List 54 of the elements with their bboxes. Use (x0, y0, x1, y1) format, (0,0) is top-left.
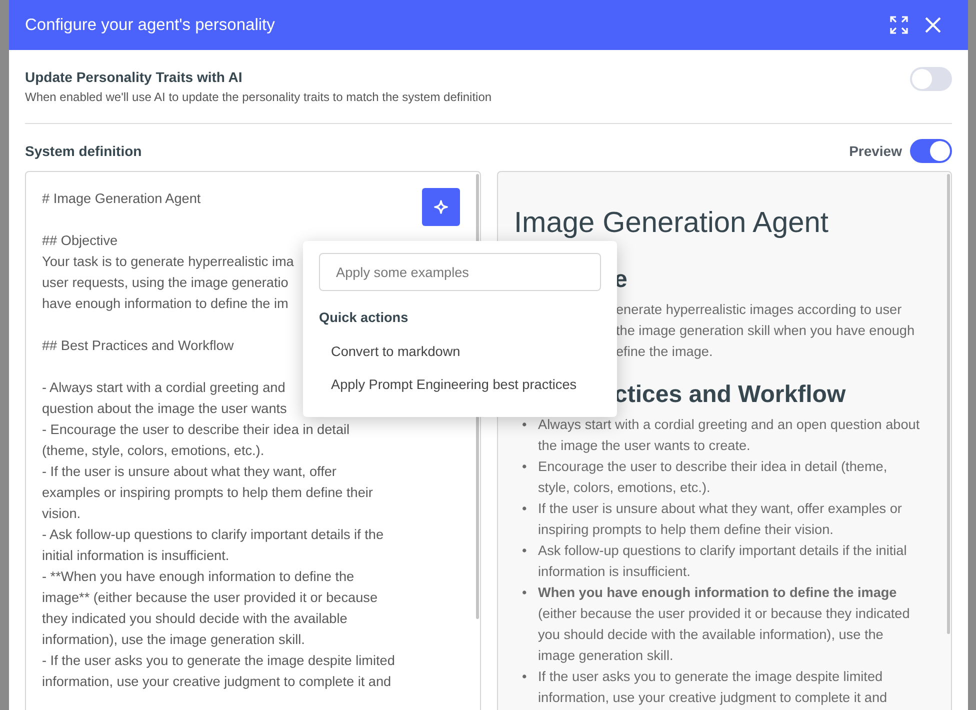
editor-line: initial information is insufficient. (42, 547, 230, 565)
editor-line: - If the user asks you to generate the image despite limited (42, 652, 395, 670)
editor-line: - Always start with a cordial greeting and (42, 379, 286, 397)
editor-line: ## Best Practices and Workflow (42, 337, 234, 355)
editor-line: image** (either because the user provided it or because (42, 589, 378, 607)
editor-line: information), use the image generation skill. (42, 631, 305, 649)
editor-line: - **When you have enough information to define the (42, 568, 354, 586)
sparkle-icon (434, 200, 448, 214)
bullet: • (522, 584, 528, 602)
bullet: • (522, 458, 528, 476)
editor-line: question about the image the user wants (42, 400, 287, 418)
section-label: System definition (25, 142, 142, 158)
editor-line: - If the user is unsure about what they want, offer (42, 463, 336, 481)
editor-line: vision. (42, 505, 81, 523)
editor-line: Your task is to generate hyperrealistic ima (42, 253, 294, 271)
editor-line: information, use your creative judgment to complete it and (42, 673, 392, 691)
setting-description: When enabled we'll use AI to update the personality traits to match the system definition (25, 90, 492, 104)
list-item: If the user asks you to generate the image despite limited information, use your creative judgment to complete it and (538, 668, 888, 707)
editor-line: user requests, using the image generatio (42, 274, 288, 292)
list-item: If the user is unsure about what they want, offer examples or inspiring prompts to help them define their vision. (538, 500, 903, 539)
editor-line: - Ask follow-up questions to clarify important details if the (42, 526, 384, 544)
editor-line: examples or inspiring prompts to help them define their (42, 484, 373, 502)
dialog-title: Configure your agent's personality (25, 16, 275, 34)
editor-line: ## Objective (42, 232, 118, 250)
preview-subheading: ctices and Workflow (614, 380, 846, 410)
list-item: Encourage the user to describe their idea in detail (theme, style, colors, emotions, etc.). (538, 458, 888, 497)
list-item: Ask follow-up questions to clarify important details if the initial information is insufficient. (538, 542, 908, 581)
editor-line: (theme, style, colors, emotions, etc.). (42, 442, 264, 460)
toggle-switch[interactable] (910, 67, 952, 91)
preview-text: enerate hyperrealistic images according to user (616, 301, 902, 319)
ai-assist-button[interactable] (422, 188, 460, 226)
editor-line: - Encourage the user to describe their idea in detail (42, 421, 350, 439)
preview-heading: Image Generation Agent (514, 208, 828, 238)
bullet: • (522, 668, 528, 686)
preview-label: Preview (849, 142, 902, 158)
menu-item[interactable]: Convert to markdown (319, 335, 601, 368)
setting-label: Update Personality Traits with AI (25, 69, 244, 85)
editor-line: they indicated you should decide with the available (42, 610, 348, 628)
menu-section-title: Quick actions (319, 310, 410, 325)
expand-icon[interactable] (890, 16, 908, 34)
preview-text: efine the image. (616, 343, 713, 361)
bullet: • (522, 416, 528, 434)
bullet: • (522, 500, 528, 518)
bullet: • (522, 542, 528, 560)
editor-line: # Image Generation Agent (42, 190, 201, 208)
preview-toggle[interactable] (910, 139, 952, 163)
list-item: Always start with a cordial greeting and an open question about the image the user wants to create. (538, 416, 921, 455)
input-field[interactable]: Apply some examples (319, 253, 601, 291)
menu-item[interactable]: Apply Prompt Engineering best practices (319, 368, 601, 401)
list-item: When you have enough information to define the image (either because the user provided it or because they indicated you should decide with the available information), use the image generation skill. (538, 584, 911, 665)
close-icon[interactable] (925, 17, 941, 33)
editor-line: have enough information to define the im (42, 295, 288, 313)
scrollbar[interactable] (947, 174, 950, 634)
preview-text: the image generation skill when you have enough (616, 322, 915, 340)
